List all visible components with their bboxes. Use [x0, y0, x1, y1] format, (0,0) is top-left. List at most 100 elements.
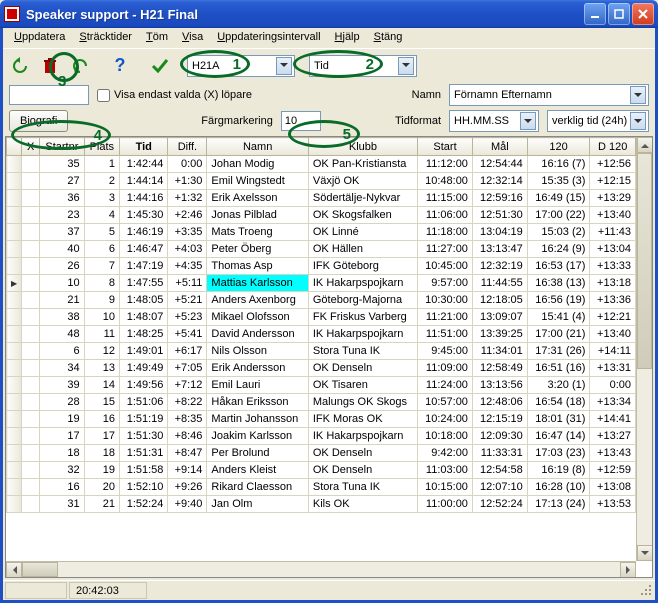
cell-klubb[interactable]: OK Hällen	[308, 241, 417, 258]
cell-start[interactable]: 10:30:00	[418, 292, 473, 309]
cell-start[interactable]: 11:15:00	[418, 190, 473, 207]
cell-tid[interactable]: 1:47:55	[120, 275, 168, 292]
cell-x[interactable]	[22, 224, 40, 241]
cell-start[interactable]: 9:45:00	[418, 343, 473, 360]
table-row[interactable]: 1081:47:55+5:11Mattias KarlssonIK Hakarp…	[7, 275, 636, 292]
cell-plats[interactable]: 2	[84, 173, 119, 190]
table-row[interactable]: 2341:45:30+2:46Jonas PilbladOK Skogsfalk…	[7, 207, 636, 224]
cell-startnr[interactable]: 27	[40, 173, 84, 190]
row-header[interactable]	[7, 292, 22, 309]
cell-d120[interactable]: 0:00	[590, 377, 636, 394]
cell-diff[interactable]: +9:14	[168, 462, 207, 479]
cell-start[interactable]: 10:18:00	[418, 428, 473, 445]
cell-tid[interactable]: 1:46:19	[120, 224, 168, 241]
cell-klubb[interactable]: FK Friskus Varberg	[308, 309, 417, 326]
table-row[interactable]: 31211:52:24+9:40Jan OlmKils OK11:00:0012…	[7, 496, 636, 513]
cell-diff[interactable]: +7:12	[168, 377, 207, 394]
col-startnr[interactable]: Startnr	[40, 138, 84, 156]
cell-namn[interactable]: Håkan Eriksson	[207, 394, 308, 411]
cell-klubb[interactable]: Kils OK	[308, 496, 417, 513]
cell-start[interactable]: 11:12:00	[418, 156, 473, 173]
cell-start[interactable]: 11:21:00	[418, 309, 473, 326]
cell-d120[interactable]: +13:29	[590, 190, 636, 207]
chevron-down-icon[interactable]	[276, 57, 292, 75]
cell-start[interactable]: 11:00:00	[418, 496, 473, 513]
cell-startnr[interactable]: 23	[40, 207, 84, 224]
cell-namn[interactable]: Martin Johansson	[207, 411, 308, 428]
cell-x[interactable]	[22, 258, 40, 275]
cell-start[interactable]: 11:24:00	[418, 377, 473, 394]
row-header[interactable]	[7, 156, 22, 173]
cell-start[interactable]: 10:24:00	[418, 411, 473, 428]
row-header[interactable]	[7, 173, 22, 190]
cell-mal[interactable]: 13:13:47	[472, 241, 527, 258]
cell-x[interactable]	[22, 173, 40, 190]
row-header[interactable]	[7, 479, 22, 496]
col-namn[interactable]: Namn	[207, 138, 308, 156]
cell-c120[interactable]: 17:00 (22)	[527, 207, 590, 224]
cell-c120[interactable]: 15:03 (2)	[527, 224, 590, 241]
table-row[interactable]: 3511:42:440:00Johan ModigOK Pan-Kristian…	[7, 156, 636, 173]
cell-namn[interactable]: Johan Modig	[207, 156, 308, 173]
row-header[interactable]	[7, 394, 22, 411]
cell-tid[interactable]: 1:52:10	[120, 479, 168, 496]
cell-d120[interactable]: +13:33	[590, 258, 636, 275]
cell-mal[interactable]: 13:09:07	[472, 309, 527, 326]
cell-tid[interactable]: 1:51:19	[120, 411, 168, 428]
cell-plats[interactable]: 21	[84, 496, 119, 513]
chevron-down-icon[interactable]	[520, 112, 536, 130]
cell-mal[interactable]: 12:54:58	[472, 462, 527, 479]
chevron-down-icon[interactable]	[630, 112, 646, 130]
show-selected-checkbox-box[interactable]	[97, 89, 110, 102]
table-row[interactable]: 39141:49:56+7:12Emil LauriOK Tisaren11:2…	[7, 377, 636, 394]
row-header[interactable]	[7, 241, 22, 258]
cell-plats[interactable]: 13	[84, 360, 119, 377]
cell-klubb[interactable]: IFK Göteborg	[308, 258, 417, 275]
cell-d120[interactable]: +13:53	[590, 496, 636, 513]
cell-start[interactable]: 10:45:00	[418, 258, 473, 275]
cell-c120[interactable]: 15:35 (3)	[527, 173, 590, 190]
row-header[interactable]	[7, 326, 22, 343]
close-button[interactable]	[632, 3, 654, 25]
cell-diff[interactable]: +5:23	[168, 309, 207, 326]
cell-startnr[interactable]: 21	[40, 292, 84, 309]
col-d120[interactable]: D 120	[590, 138, 636, 156]
row-header[interactable]	[7, 411, 22, 428]
table-row[interactable]: 16201:52:10+9:26Rikard ClaessonStora Tun…	[7, 479, 636, 496]
cell-diff[interactable]: +1:30	[168, 173, 207, 190]
cell-startnr[interactable]: 35	[40, 156, 84, 173]
cell-c120[interactable]: 16:38 (13)	[527, 275, 590, 292]
cell-tid[interactable]: 1:44:16	[120, 190, 168, 207]
cell-plats[interactable]: 7	[84, 258, 119, 275]
cell-klubb[interactable]: Stora Tuna IK	[308, 343, 417, 360]
cell-c120[interactable]: 16:28 (10)	[527, 479, 590, 496]
tidformat-combo[interactable]: HH.MM.SS	[449, 110, 539, 132]
cell-tid[interactable]: 1:52:24	[120, 496, 168, 513]
cell-c120[interactable]: 18:01 (31)	[527, 411, 590, 428]
undo-icon[interactable]	[67, 54, 93, 78]
cell-klubb[interactable]: OK Skogsfalken	[308, 207, 417, 224]
cell-startnr[interactable]: 39	[40, 377, 84, 394]
menu-visa[interactable]: Visa	[177, 30, 208, 46]
maximize-button[interactable]	[608, 3, 630, 25]
cell-d120[interactable]: +13:18	[590, 275, 636, 292]
cell-mal[interactable]: 12:07:10	[472, 479, 527, 496]
class-combo[interactable]: H21A	[187, 55, 295, 77]
row-header[interactable]	[7, 190, 22, 207]
table-row[interactable]: 2671:47:19+4:35Thomas AspIFK Göteborg10:…	[7, 258, 636, 275]
cell-d120[interactable]: +13:43	[590, 445, 636, 462]
cell-klubb[interactable]: IK Hakarpspojkarn	[308, 326, 417, 343]
cell-mal[interactable]: 13:39:25	[472, 326, 527, 343]
cell-klubb[interactable]: OK Tisaren	[308, 377, 417, 394]
cell-x[interactable]	[22, 241, 40, 258]
cell-x[interactable]	[22, 156, 40, 173]
cell-plats[interactable]: 10	[84, 309, 119, 326]
cell-diff[interactable]: +5:41	[168, 326, 207, 343]
namn-combo[interactable]: Förnamn Efternamn	[449, 84, 649, 106]
cell-x[interactable]	[22, 479, 40, 496]
col-diff[interactable]: Diff.	[168, 138, 207, 156]
cell-plats[interactable]: 12	[84, 343, 119, 360]
cell-diff[interactable]: +9:40	[168, 496, 207, 513]
cell-klubb[interactable]: OK Denseln	[308, 462, 417, 479]
cell-diff[interactable]: +4:35	[168, 258, 207, 275]
